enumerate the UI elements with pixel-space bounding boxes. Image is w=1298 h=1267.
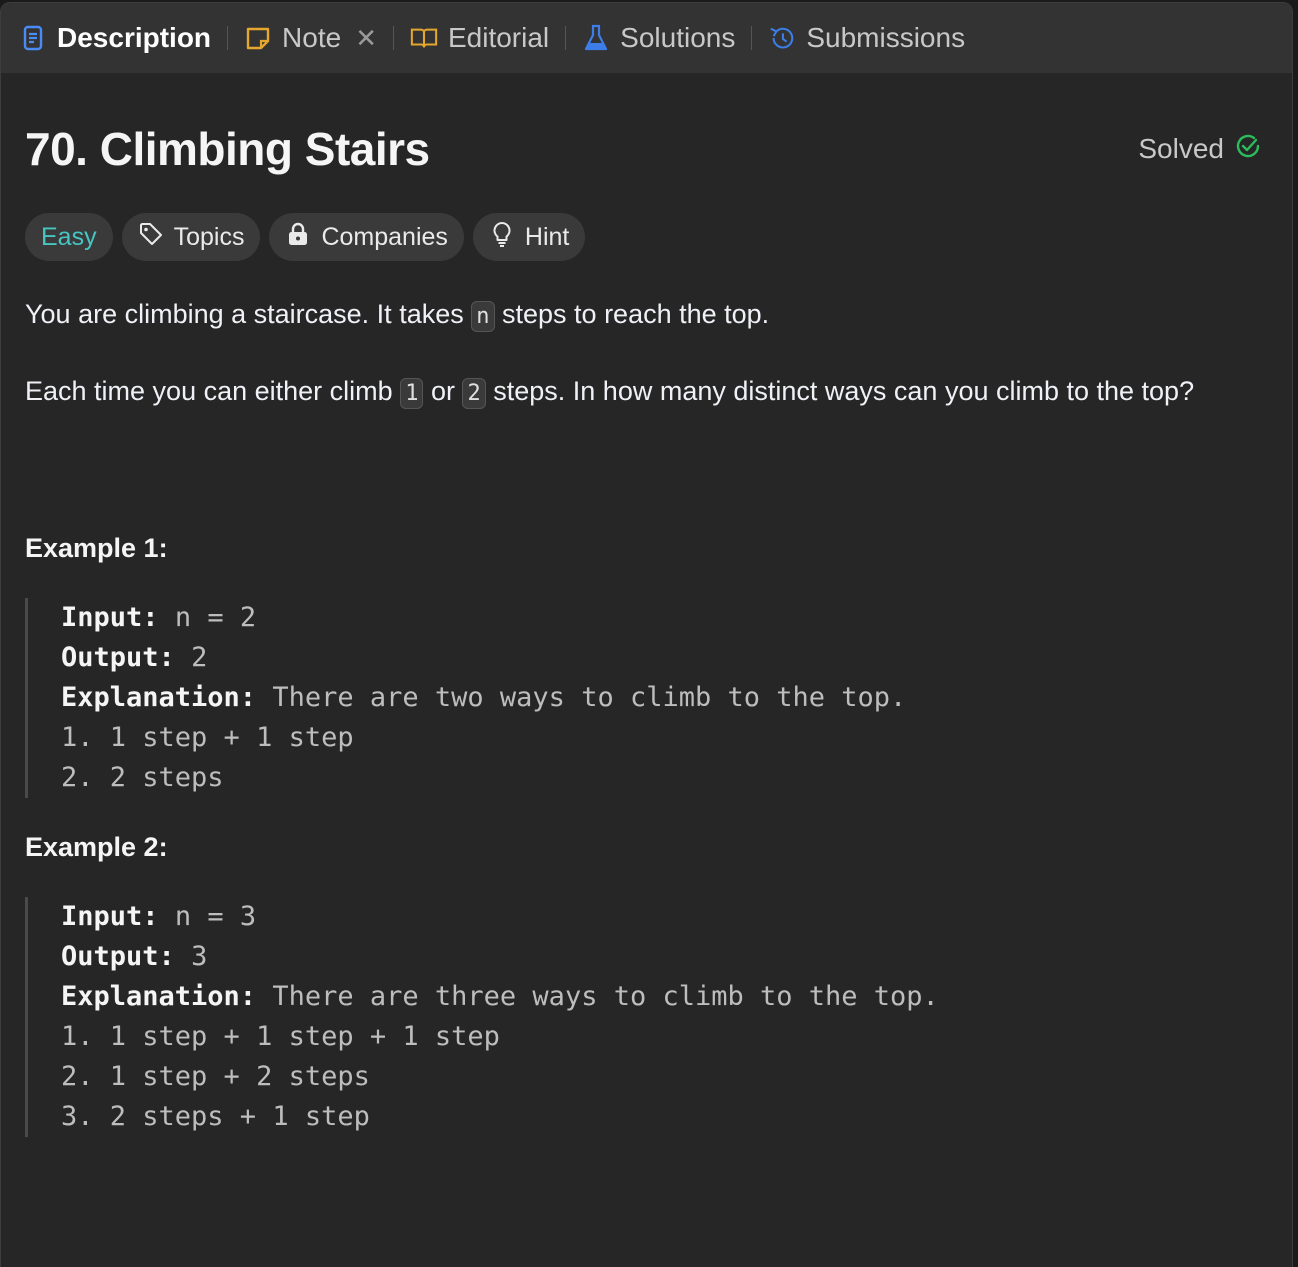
example-explanation: Explanation: There are two ways to climb… [61, 682, 907, 713]
companies-button[interactable]: Companies [269, 213, 464, 261]
tab-divider [751, 26, 753, 50]
tab-label: Submissions [806, 22, 966, 53]
close-icon[interactable]: ✕ [355, 23, 377, 54]
example-step: 1. 1 step + 1 step + 1 step [61, 1021, 500, 1052]
tab-label: Note [282, 22, 342, 53]
tab-description[interactable]: Description [19, 22, 211, 54]
example-step: 1. 1 step + 1 step [61, 722, 354, 753]
hint-button[interactable]: Hint [472, 213, 586, 261]
note-icon [244, 24, 272, 52]
tag-icon [138, 221, 164, 254]
page-title[interactable]: 70. Climbing Stairs [25, 122, 430, 176]
tab-solutions[interactable]: Solutions [582, 22, 735, 54]
topics-button[interactable]: Topics [121, 213, 261, 261]
tab-label: Solutions [620, 22, 736, 53]
statement-text: or [430, 376, 455, 406]
book-icon [410, 24, 438, 52]
problem-statement: You are climbing a staircase. It takes n… [25, 293, 1268, 338]
problem-panel: Description Note ✕ Editorial Solutions S… [0, 2, 1293, 1267]
lightbulb-icon [489, 221, 515, 254]
example-output: Output: 3 [61, 941, 208, 972]
example-explanation: Explanation: There are three ways to cli… [61, 981, 939, 1012]
hint-label: Hint [524, 222, 570, 251]
example-step: 2. 2 steps [61, 762, 224, 793]
tab-label: Editorial [447, 22, 550, 53]
example-step: 3. 2 steps + 1 step [61, 1101, 370, 1132]
history-icon [768, 24, 796, 52]
lock-icon [285, 221, 311, 254]
tab-submissions[interactable]: Submissions [768, 22, 965, 54]
tab-editorial[interactable]: Editorial [410, 22, 549, 54]
inline-code: 2 [462, 378, 486, 409]
example-block: Input: n = 3 Output: 3 Explanation: Ther… [25, 897, 1268, 1137]
tab-divider [227, 26, 229, 50]
example-output: Output: 2 [61, 642, 208, 673]
check-circle-icon [1234, 132, 1262, 167]
example-block: Input: n = 2 Output: 2 Explanation: Ther… [25, 598, 1268, 798]
tag-chips: Easy Topics Companies Hint [25, 213, 1268, 261]
statement-text: Each time you can either climb [25, 376, 393, 406]
statement-text: You are climbing a staircase. It takes [25, 299, 464, 329]
topics-label: Topics [173, 222, 245, 251]
example-title: Example 2: [25, 832, 168, 862]
example-title: Example 1: [25, 533, 168, 563]
tab-note[interactable]: Note ✕ [244, 22, 377, 54]
tab-label: Description [57, 22, 212, 53]
inline-code: 1 [400, 378, 424, 409]
status-label: Solved [1138, 133, 1224, 164]
companies-label: Companies [321, 222, 448, 251]
tab-divider [565, 26, 567, 50]
flask-icon [582, 24, 610, 52]
example-input: Input: n = 3 [61, 901, 257, 932]
example-step: 2. 1 step + 2 steps [61, 1061, 370, 1092]
description-content: 70. Climbing Stairs Solved Easy Topics C… [1, 121, 1292, 1137]
difficulty-badge: Easy [25, 213, 113, 261]
statement-text: steps to reach the top. [502, 299, 770, 329]
tab-bar: Description Note ✕ Editorial Solutions S… [1, 3, 1292, 73]
problem-statement: Each time you can either climb 1 or 2 st… [25, 370, 1268, 415]
tab-divider [392, 26, 394, 50]
status-badge: Solved [1138, 132, 1262, 167]
description-icon [19, 24, 47, 52]
statement-text: steps. In how many distinct ways can you… [493, 376, 1195, 406]
example-input: Input: n = 2 [61, 602, 257, 633]
inline-code: n [471, 301, 495, 332]
